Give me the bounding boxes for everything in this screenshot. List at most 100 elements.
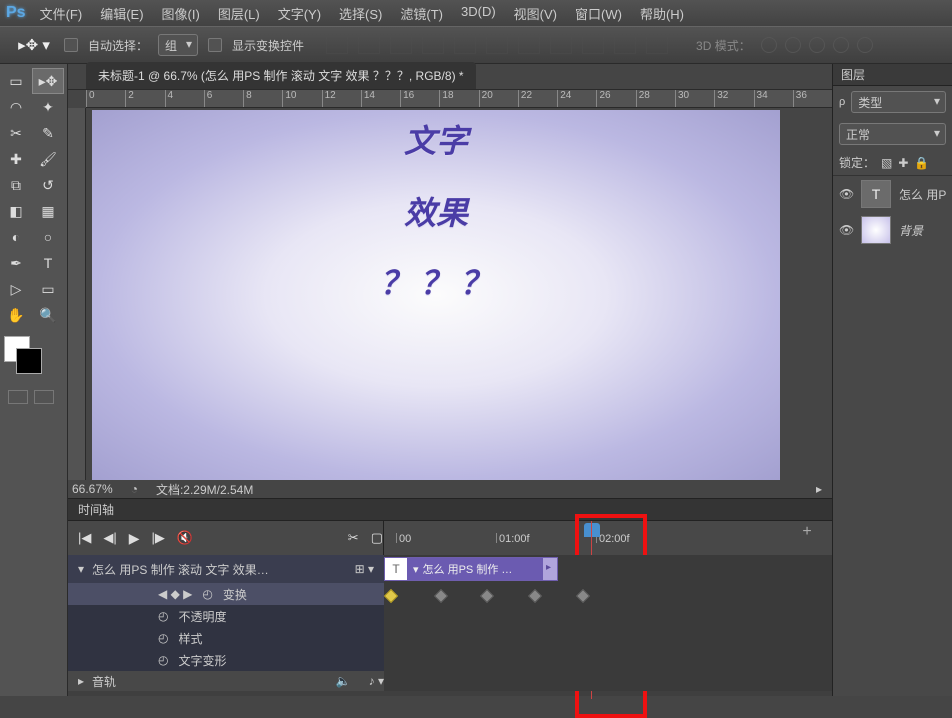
mode3d-icon[interactable]	[761, 37, 777, 53]
track-property-warp[interactable]: ◴ 文字变形	[68, 649, 384, 671]
visibility-icon[interactable]: 👁	[839, 223, 853, 237]
background-color[interactable]	[16, 348, 42, 374]
path-select-tool[interactable]: ▷	[0, 276, 32, 302]
menu-edit[interactable]: 编辑(E)	[100, 4, 143, 23]
stopwatch-icon[interactable]: ◴	[158, 631, 168, 645]
visibility-icon[interactable]: 👁	[839, 187, 853, 201]
auto-select-checkbox[interactable]	[64, 38, 78, 52]
track-options-icon[interactable]: ⊞ ▾	[355, 562, 374, 576]
distribute-icon[interactable]	[550, 36, 572, 54]
status-arrow-icon[interactable]: ▸	[816, 482, 822, 496]
transition-button[interactable]: ▢	[371, 530, 383, 546]
eyedropper-tool[interactable]: ✎	[32, 120, 64, 146]
move-tool[interactable]: ▸✥	[32, 68, 64, 94]
screenmode-icon[interactable]	[34, 390, 54, 404]
menu-text[interactable]: 文字(Y)	[278, 4, 321, 23]
mode3d-icon[interactable]	[833, 37, 849, 53]
keyframe-nav[interactable]: ◀ ◆ ▶	[158, 587, 192, 601]
align-icon[interactable]	[422, 36, 444, 54]
keyframe[interactable]	[480, 589, 494, 603]
add-track-button[interactable]: +	[798, 523, 816, 541]
goto-start-button[interactable]: |◀	[78, 530, 91, 546]
wand-tool[interactable]: ✦	[32, 94, 64, 120]
hand-tool[interactable]: ✋	[0, 302, 32, 328]
distribute-icon[interactable]	[646, 36, 668, 54]
playhead-handle[interactable]	[584, 523, 600, 537]
status-docinfo[interactable]: 文档:2.29M/2.54M	[156, 481, 253, 498]
lock-pixels-icon[interactable]: ▧	[881, 156, 892, 170]
eraser-tool[interactable]: ◧	[0, 198, 32, 224]
layer-name[interactable]: 背景	[899, 222, 923, 239]
stopwatch-icon[interactable]: ◴	[158, 653, 168, 667]
keyframe[interactable]	[384, 589, 398, 603]
mode3d-icon[interactable]	[857, 37, 873, 53]
timeline-tab[interactable]: 时间轴	[78, 501, 114, 518]
brush-tool[interactable]: 🖌	[32, 146, 64, 172]
menu-filter[interactable]: 滤镜(T)	[400, 4, 443, 23]
align-icon[interactable]	[390, 36, 412, 54]
clip-transition-icon[interactable]	[543, 558, 557, 580]
track-property-style[interactable]: ◴ 样式	[68, 627, 384, 649]
track-property-transform[interactable]: ◀ ◆ ▶ ◴ 变换	[68, 583, 384, 605]
layer-item[interactable]: 👁 背景	[833, 212, 952, 248]
mode3d-icon[interactable]	[809, 37, 825, 53]
mute-button[interactable]: 🔇	[177, 530, 193, 546]
menu-image[interactable]: 图像(I)	[162, 4, 200, 23]
prev-frame-button[interactable]: ◀|	[103, 530, 116, 546]
play-button[interactable]: ▶	[129, 530, 140, 547]
move-tool-indicator[interactable]: ▸✥ ▾	[14, 34, 54, 56]
menu-select[interactable]: 选择(S)	[339, 4, 382, 23]
menu-help[interactable]: 帮助(H)	[640, 4, 684, 23]
layer-filter-dropdown[interactable]: 类型	[851, 91, 946, 113]
next-frame-button[interactable]: |▶	[152, 530, 165, 546]
blur-tool[interactable]: ◐	[0, 224, 32, 250]
mode3d-icon[interactable]	[785, 37, 801, 53]
align-icon[interactable]	[326, 36, 348, 54]
menu-view[interactable]: 视图(V)	[514, 4, 557, 23]
shape-tool[interactable]: ▭	[32, 276, 64, 302]
track-header-main[interactable]: ▾ 怎么 用PS 制作 滚动 文字 效果… ⊞ ▾	[68, 555, 384, 583]
menu-file[interactable]: 文件(F)	[40, 4, 83, 23]
timeline-ruler-area[interactable]: 00 01:00f 02:00f +	[384, 521, 832, 555]
canvas-viewport[interactable]: 文字 效果 ？ ？ ？	[86, 108, 832, 480]
marquee-tool[interactable]: ▭	[0, 68, 32, 94]
timeline-clip[interactable]: T ▾怎么 用PS 制作 …	[384, 557, 558, 581]
gradient-tool[interactable]: ▦	[32, 198, 64, 224]
menu-window[interactable]: 窗口(W)	[575, 4, 622, 23]
text-tool[interactable]: T	[32, 250, 64, 276]
expand-icon[interactable]: ▾	[78, 562, 84, 576]
audio-mute-icon[interactable]: 🔈	[336, 674, 351, 688]
lasso-tool[interactable]: ◠	[0, 94, 32, 120]
track-property-opacity[interactable]: ◴ 不透明度	[68, 605, 384, 627]
menu-layer[interactable]: 图层(L)	[218, 4, 260, 23]
dodge-tool[interactable]: ○	[32, 224, 64, 250]
crop-tool[interactable]: ✂	[0, 120, 32, 146]
blend-mode-dropdown[interactable]: 正常	[839, 123, 946, 145]
distribute-icon[interactable]	[614, 36, 636, 54]
stamp-tool[interactable]: ⧉	[0, 172, 32, 198]
color-swatches[interactable]	[4, 336, 44, 376]
status-zoom[interactable]: 66.67%	[72, 482, 113, 496]
timeline-track-area[interactable]: T ▾怎么 用PS 制作 …	[384, 555, 832, 691]
layer-name[interactable]: 怎么 用P	[899, 186, 946, 203]
keyframe[interactable]	[434, 589, 448, 603]
auto-select-dropdown[interactable]: 组	[158, 34, 198, 56]
canvas[interactable]: 文字 效果 ？ ？ ？	[92, 110, 780, 480]
audio-note-icon[interactable]: ♪ ▾	[369, 674, 384, 688]
document-tab[interactable]: 未标题-1 @ 66.7% (怎么 用PS 制作 滚动 文字 效果 ？？？, R…	[86, 62, 476, 89]
layers-panel-title[interactable]: 图层	[841, 66, 865, 83]
lock-position-icon[interactable]: ✚	[898, 156, 908, 170]
pen-tool[interactable]: ✒	[0, 250, 32, 276]
keyframe[interactable]	[576, 589, 590, 603]
healing-tool[interactable]: ✚	[0, 146, 32, 172]
split-button[interactable]: ✂	[348, 530, 359, 546]
stopwatch-icon[interactable]: ◴	[158, 609, 168, 623]
expand-icon[interactable]: ▸	[78, 674, 84, 688]
history-brush-tool[interactable]: ↺	[32, 172, 64, 198]
lock-all-icon[interactable]: 🔒	[914, 156, 929, 170]
zoom-tool[interactable]: 🔍	[32, 302, 64, 328]
align-icon[interactable]	[454, 36, 476, 54]
distribute-icon[interactable]	[518, 36, 540, 54]
quickmask-icon[interactable]	[8, 390, 28, 404]
distribute-icon[interactable]	[486, 36, 508, 54]
